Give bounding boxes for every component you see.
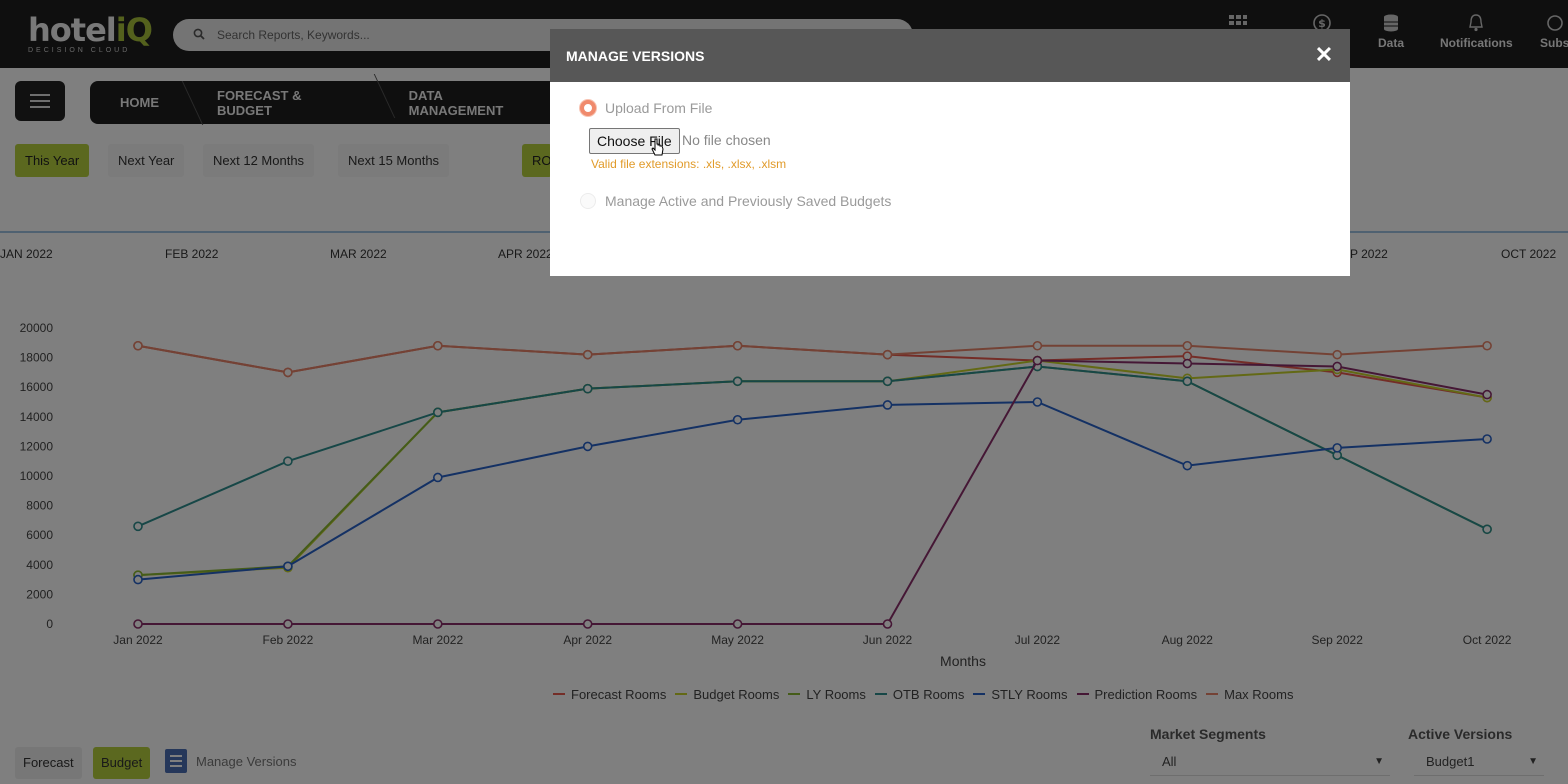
modal-header: MANAGE VERSIONS ✕ <box>550 29 1350 82</box>
modal-title: MANAGE VERSIONS <box>566 48 705 64</box>
manage-saved-budgets-label[interactable]: Manage Active and Previously Saved Budge… <box>605 193 891 209</box>
pointer-cursor-icon <box>651 138 664 156</box>
close-icon[interactable]: ✕ <box>1312 43 1336 67</box>
upload-from-file-label[interactable]: Upload From File <box>605 100 712 116</box>
choose-file-button[interactable]: Choose File <box>589 128 680 154</box>
manage-saved-budgets-radio[interactable] <box>580 193 596 209</box>
upload-from-file-radio[interactable] <box>580 100 596 116</box>
file-extensions-hint: Valid file extensions: .xls, .xlsx, .xls… <box>591 157 787 171</box>
file-status-text: No file chosen <box>682 132 771 148</box>
manage-versions-modal: MANAGE VERSIONS ✕ Upload From File Choos… <box>550 29 1350 276</box>
